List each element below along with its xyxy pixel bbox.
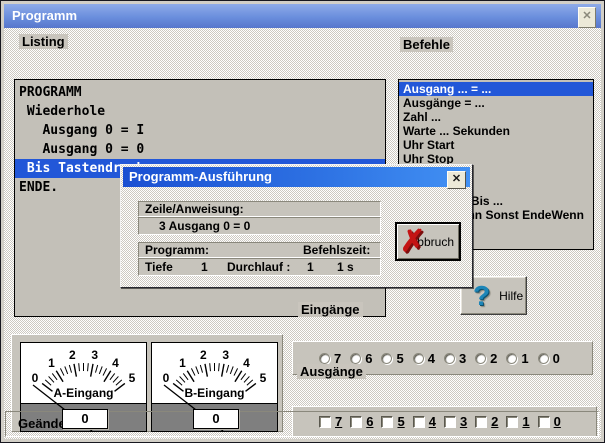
- eingang-radio-2[interactable]: [475, 353, 486, 364]
- meter-name-label: A-Eingang: [21, 386, 146, 400]
- eingang-radio-0[interactable]: [538, 353, 549, 364]
- eingang-bit-label: 4: [428, 351, 435, 366]
- ausgaenge-group-label: Ausgänge: [297, 364, 366, 379]
- dialog-title: Programm-Ausführung: [129, 169, 272, 184]
- befehle-list-item[interactable]: Ausgänge = ...: [399, 96, 593, 110]
- dialog-close-button[interactable]: ✕: [447, 171, 466, 189]
- eingang-group-0: 0: [538, 351, 560, 366]
- svg-text:1: 1: [48, 356, 55, 370]
- svg-text:4: 4: [243, 356, 250, 370]
- window-titlebar: Programm ✕: [4, 4, 601, 28]
- befehle-list-item[interactable]: Ausgang ... = ...: [399, 82, 593, 96]
- dialog-titlebar: Programm-Ausführung ✕: [123, 167, 470, 187]
- zeile-anweisung-label: Zeile/Anweisung:: [138, 201, 381, 217]
- meter-digital-value: 0: [62, 409, 108, 429]
- eingang-group-5: 5: [381, 351, 403, 366]
- befehlszeit-label: Befehlszeit:: [303, 243, 370, 257]
- listing-line[interactable]: Wiederhole: [15, 102, 385, 121]
- help-question-icon: ?: [473, 279, 490, 313]
- eingang-bit-label: 3: [459, 351, 466, 366]
- svg-text:1: 1: [179, 356, 186, 370]
- svg-text:0: 0: [163, 371, 170, 385]
- listing-line[interactable]: Ausgang 0 = 0: [15, 140, 385, 159]
- svg-text:5: 5: [260, 371, 267, 385]
- eingang-bit-label: 2: [490, 351, 497, 366]
- listing-line[interactable]: PROGRAMM: [15, 83, 385, 102]
- befehlszeit-value: 1 s: [337, 259, 354, 275]
- svg-text:2: 2: [69, 348, 76, 362]
- befehle-group-label: Befehle: [400, 37, 453, 52]
- eingang-group-3: 3: [444, 351, 466, 366]
- listing-group-label: Listing: [19, 34, 68, 49]
- svg-text:5: 5: [129, 371, 136, 385]
- eingang-radio-7[interactable]: [319, 353, 330, 364]
- eingang-radio-1[interactable]: [506, 353, 517, 364]
- window-close-button[interactable]: ✕: [578, 7, 596, 28]
- svg-text:4: 4: [112, 356, 119, 370]
- eingaenge-group-label: Eingänge: [298, 302, 363, 317]
- befehle-list-item[interactable]: Zahl ...: [399, 110, 593, 124]
- programm-befehlszeit-labels: Programm: Befehlszeit:: [138, 242, 381, 258]
- tiefe-durchlauf-values: Tiefe 1 Durchlauf : 1 1 s: [138, 258, 381, 276]
- abort-x-icon: ✗: [400, 223, 425, 261]
- eingang-group-1: 1: [506, 351, 528, 366]
- tiefe-value: 1: [201, 259, 208, 275]
- svg-text:3: 3: [91, 348, 98, 362]
- meter-b: 012345B-Eingang0: [151, 342, 278, 432]
- svg-text:2: 2: [200, 348, 207, 362]
- meter-a: 012345A-Eingang0: [20, 342, 147, 432]
- eingang-radio-4[interactable]: [413, 353, 424, 364]
- programm-ausfuehrung-dialog: Programm-Ausführung ✕ Zeile/Anweisung: 3…: [120, 164, 473, 288]
- eingang-group-2: 2: [475, 351, 497, 366]
- eingang-radio-6[interactable]: [350, 353, 361, 364]
- befehle-list-item[interactable]: Warte ... Sekunden: [399, 124, 593, 138]
- window-title: Programm: [12, 8, 77, 23]
- eingang-bit-label: 6: [365, 351, 372, 366]
- svg-text:0: 0: [32, 371, 39, 385]
- programm-window: { "colors": { "selection_blue": "#2257d8…: [0, 0, 605, 443]
- hilfe-button-label: Hilfe: [499, 289, 523, 303]
- meter-name-label: B-Eingang: [152, 386, 277, 400]
- meter-digital-value: 0: [193, 409, 239, 429]
- durchlauf-label: Durchlauf :: [227, 259, 290, 275]
- eingang-bit-label: 0: [553, 351, 560, 366]
- svg-text:3: 3: [222, 348, 229, 362]
- programm-label: Programm:: [145, 243, 209, 257]
- eingang-bit-label: 5: [396, 351, 403, 366]
- tiefe-label: Tiefe: [145, 259, 173, 275]
- eingang-radio-3[interactable]: [444, 353, 455, 364]
- eingang-group-4: 4: [413, 351, 435, 366]
- abbruch-button[interactable]: ✗ Abbruch: [395, 222, 461, 261]
- befehle-list-item[interactable]: Uhr Start: [399, 138, 593, 152]
- listing-line[interactable]: Ausgang 0 = I: [15, 121, 385, 140]
- zeile-anweisung-value: 3 Ausgang 0 = 0: [138, 217, 381, 235]
- durchlauf-value: 1: [307, 259, 314, 275]
- eingang-radio-5[interactable]: [381, 353, 392, 364]
- eingang-bit-label: 1: [521, 351, 528, 366]
